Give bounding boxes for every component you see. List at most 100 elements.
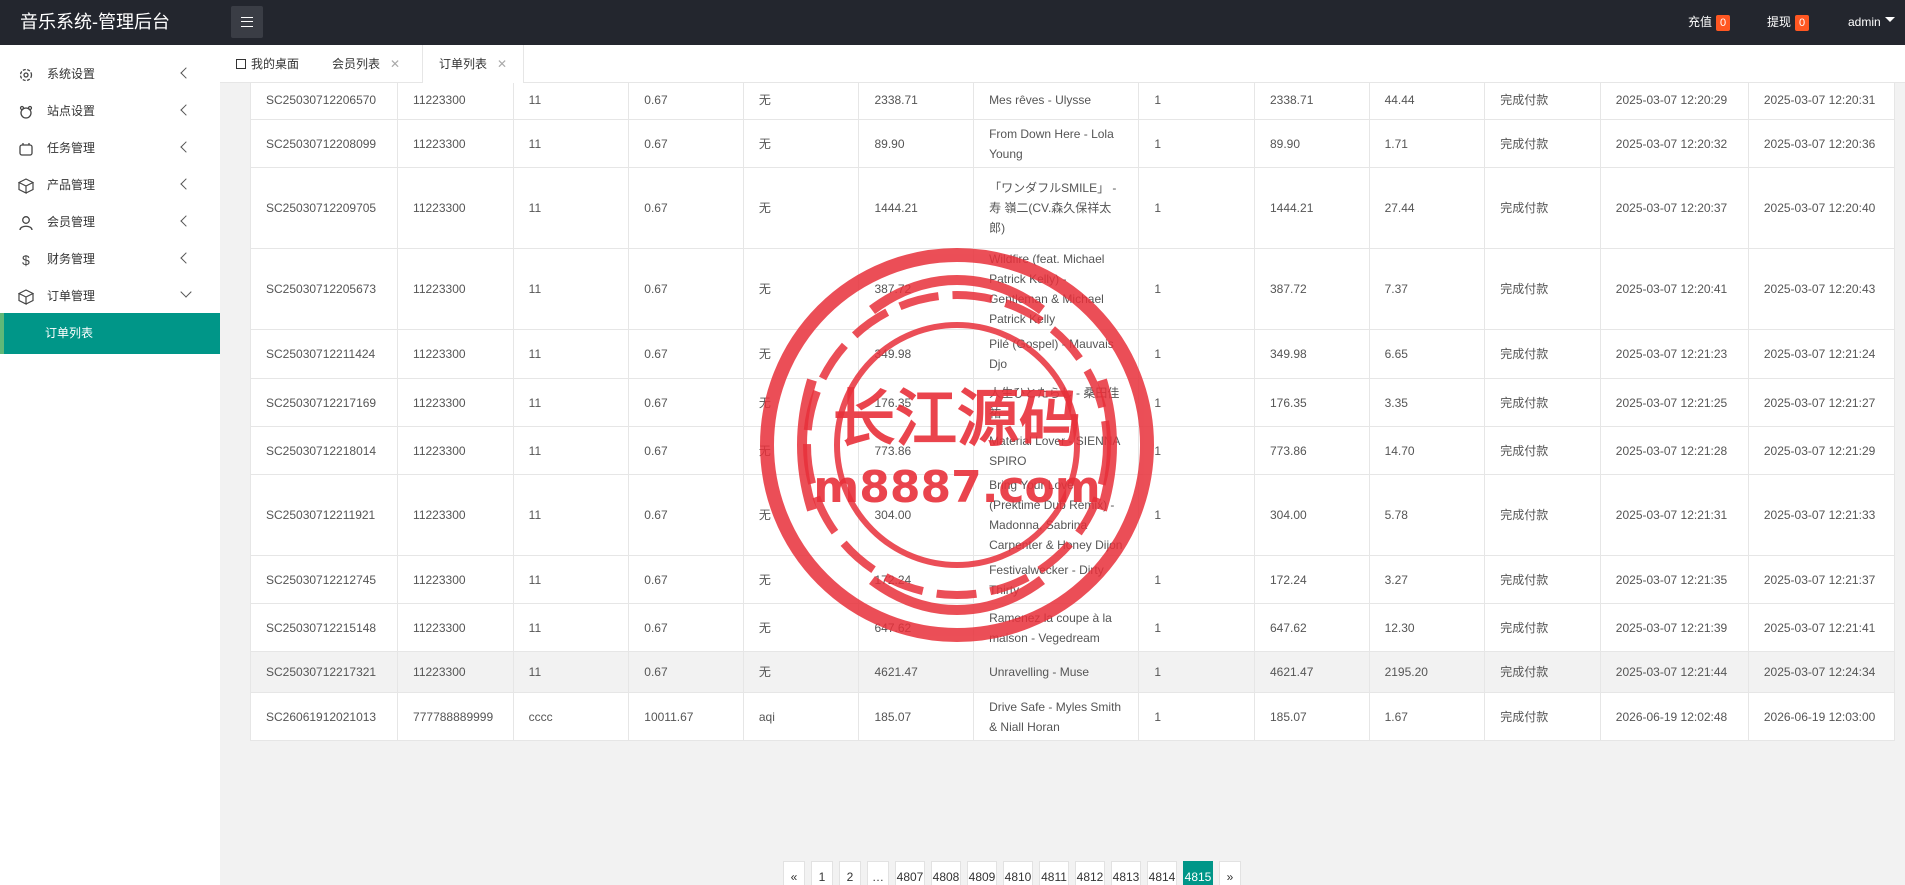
user-menu[interactable]: admin [1848, 0, 1895, 45]
page-button[interactable]: 4812 [1075, 861, 1105, 885]
page-button[interactable]: 4809 [967, 861, 997, 885]
table-cell: 0.67 [628, 329, 744, 379]
table-cell: Ramenez la coupe à la maison - Vegedream [973, 603, 1140, 652]
table-cell: 无 [742, 378, 860, 427]
chevron-left-icon [180, 178, 192, 190]
table-cell: 0.67 [628, 651, 744, 693]
table-cell: 2026-06-19 12:02:48 [1599, 692, 1749, 741]
table-cell: 完成付款 [1484, 378, 1601, 427]
table-cell: SC25030712205673 [249, 248, 399, 330]
table-cell: 0.67 [628, 167, 744, 249]
tab-home[interactable]: 我的桌面 [236, 45, 299, 83]
table-cell: 2025-03-07 12:20:32 [1599, 119, 1749, 168]
sidebar-item-system-settings[interactable]: 系统设置 [0, 56, 220, 93]
table-cell: 人生ひとたらし - 桑田佳祐 [973, 378, 1140, 427]
tab-label: 我的桌面 [251, 57, 300, 71]
recharge-link[interactable]: 充值 0 [1688, 0, 1731, 45]
page-button[interactable]: 4815 [1183, 861, 1213, 885]
table-row: SC25030712206570 11223300 11 0.67 无 2338.71 Me… [249, 83, 1896, 120]
user-name: admin [1848, 15, 1881, 29]
table-cell: 「ワンダフルSMILE」 - 寿 嶺二(CV.森久保祥太郎) [973, 167, 1140, 249]
table-cell: 11223300 [397, 119, 514, 168]
table-cell: 11 [512, 378, 630, 427]
table-cell: aqi [742, 692, 860, 741]
table-cell: 2025-03-07 12:20:40 [1747, 167, 1896, 249]
table-cell: 完成付款 [1484, 474, 1601, 556]
table-cell: 387.72 [1253, 248, 1370, 330]
table-cell: 2025-03-07 12:20:37 [1599, 167, 1749, 249]
prev-page-button[interactable]: « [783, 861, 805, 885]
tab-bar: 我的桌面 会员列表 ✕ 订单列表 ✕ [220, 45, 1905, 83]
page-button[interactable]: 4814 [1147, 861, 1177, 885]
table-cell: 7.37 [1368, 248, 1486, 330]
withdraw-link[interactable]: 提现 0 [1767, 0, 1810, 45]
table-cell: 1 [1138, 248, 1255, 330]
tab-order-list[interactable]: 订单列表 ✕ [422, 45, 525, 83]
table-cell: 11 [512, 167, 630, 249]
page-button[interactable]: 4808 [931, 861, 961, 885]
table-cell: 2025-03-07 12:20:43 [1747, 248, 1896, 330]
product-icon [18, 178, 34, 194]
table-cell: 11 [512, 474, 630, 556]
sidebar-item-product-management[interactable]: 产品管理 [0, 167, 220, 204]
active-indicator [0, 313, 4, 354]
next-page-button[interactable]: » [1219, 861, 1241, 885]
table-cell: 完成付款 [1484, 651, 1601, 693]
table-cell: 172.24 [1253, 555, 1370, 604]
task-icon [19, 143, 33, 156]
withdraw-badge: 0 [1795, 14, 1810, 31]
table-cell: 无 [742, 474, 860, 556]
tab-member-list[interactable]: 会员列表 ✕ [332, 45, 400, 83]
page-button[interactable]: 4813 [1111, 861, 1141, 885]
tab-label: 订单列表 [439, 57, 488, 71]
table-cell: 1 [1138, 378, 1255, 427]
gear-icon [19, 68, 33, 82]
table-row: SC26061912021013 777788889999 cccc 10011.67… [249, 692, 1896, 741]
table-cell: 4621.47 [858, 651, 975, 693]
page-button[interactable]: 4811 [1039, 861, 1069, 885]
page-button[interactable]: 2 [839, 861, 861, 885]
page-button[interactable]: … [867, 861, 889, 885]
table-cell: 2025-03-07 12:21:39 [1599, 603, 1749, 652]
table-row: SC25030712211921 11223300 11 0.67 无 304.00 Bri… [249, 474, 1896, 556]
sidebar-item-task-management[interactable]: 任务管理 [0, 130, 220, 167]
table-cell: 0.67 [628, 83, 744, 120]
menu-toggle-button[interactable] [231, 6, 263, 38]
sidebar-item-member-management[interactable]: 会员管理 [0, 204, 220, 241]
table-cell: 完成付款 [1484, 426, 1601, 475]
table-cell: 11 [512, 555, 630, 604]
sidebar-item-order-management[interactable]: 订单管理 [0, 278, 220, 315]
table-cell: 1 [1138, 603, 1255, 652]
table-cell: 11223300 [397, 603, 514, 652]
table-cell: 2025-03-07 12:21:37 [1747, 555, 1896, 604]
table-cell: 89.90 [858, 119, 975, 168]
table-cell: 1 [1138, 83, 1255, 120]
table-cell: 完成付款 [1484, 603, 1601, 652]
table-cell: 11223300 [397, 651, 514, 693]
sidebar-item-site-settings[interactable]: 站点设置 [0, 93, 220, 130]
table-cell: 304.00 [858, 474, 975, 556]
table-cell: 1 [1138, 692, 1255, 741]
table-cell: 14.70 [1368, 426, 1486, 475]
table-cell: SC25030712211424 [249, 329, 399, 379]
table-cell: 完成付款 [1484, 119, 1601, 168]
table-cell: 1444.21 [1253, 167, 1370, 249]
chevron-left-icon [180, 215, 192, 227]
page-button[interactable]: 1 [811, 861, 833, 885]
table-row: SC25030712218014 11223300 11 0.67 无 773.86 Mat… [249, 426, 1896, 475]
recharge-label: 充值 [1688, 15, 1713, 29]
table-cell: 1 [1138, 474, 1255, 556]
close-icon[interactable]: ✕ [390, 45, 400, 83]
sidebar-item-finance-management[interactable]: $ 财务管理 [0, 241, 220, 278]
table-cell: SC25030712218014 [249, 426, 399, 475]
table-cell: 2025-03-07 12:21:35 [1599, 555, 1749, 604]
page-button[interactable]: 4807 [895, 861, 925, 885]
sidebar-item-label: 产品管理 [47, 178, 96, 192]
close-icon[interactable]: ✕ [497, 45, 507, 83]
page-button[interactable]: 4810 [1003, 861, 1033, 885]
table-cell: 773.86 [1253, 426, 1370, 475]
table-cell: 11223300 [397, 555, 514, 604]
table-cell: 185.07 [858, 692, 975, 741]
sidebar-subitem-order-list[interactable]: 订单列表 [0, 313, 220, 354]
recharge-badge: 0 [1716, 14, 1731, 31]
